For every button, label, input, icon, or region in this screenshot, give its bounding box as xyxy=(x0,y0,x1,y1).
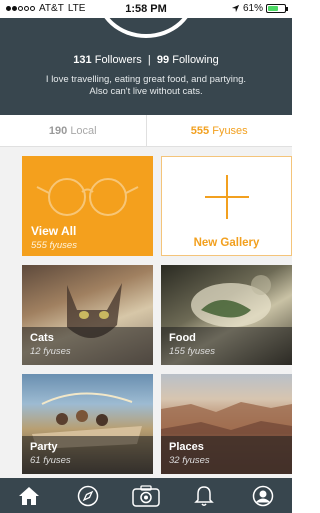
view-all-tile[interactable]: View All 555 fyuses xyxy=(22,156,153,256)
gallery-grid: View All 555 fyuses New Gallery Cats 12 … xyxy=(0,147,292,478)
battery-percent: 61% xyxy=(242,3,263,14)
new-gallery-title: New Gallery xyxy=(193,237,260,249)
tile-count: 155 fyuses xyxy=(169,346,215,357)
tab-local-label: Local xyxy=(70,124,97,137)
explore-button[interactable] xyxy=(68,478,108,513)
content-tabs: 190 Local 555 Fyuses xyxy=(0,115,292,147)
bottom-tab-bar xyxy=(0,478,292,513)
tile-count: 12 fyuses xyxy=(30,346,71,357)
compass-icon xyxy=(77,485,98,506)
following-label[interactable]: Following xyxy=(172,54,218,66)
following-count[interactable]: 99 xyxy=(157,54,169,66)
tab-local[interactable]: 190 Local xyxy=(0,115,147,146)
tile-count: 32 fyuses xyxy=(169,455,210,466)
camera-button[interactable] xyxy=(126,478,166,513)
bio-line: I love travelling, eating great food, an… xyxy=(45,74,247,85)
tile-title: Places xyxy=(169,441,204,453)
profile-icon xyxy=(252,485,273,506)
profile-button[interactable] xyxy=(243,478,283,513)
status-bar: AT&T LTE 1:58 PM 61% xyxy=(0,0,292,18)
notifications-button[interactable] xyxy=(184,478,224,513)
profile-header: 131 Followers | 99 Following I love trav… xyxy=(0,18,292,115)
follow-stats: 131 Followers | 99 Following xyxy=(0,54,292,66)
tile-title: Party xyxy=(30,441,58,453)
bio-line: Also can't live without cats. xyxy=(89,86,203,97)
view-all-count: 555 fyuses xyxy=(31,240,77,251)
tile-label: Party 61 fyuses xyxy=(22,436,153,474)
status-right: 61% xyxy=(231,3,288,14)
tile-count: 61 fyuses xyxy=(30,455,71,466)
gallery-tile-party[interactable]: Party 61 fyuses xyxy=(22,374,153,474)
home-icon xyxy=(19,486,40,505)
tile-label: Food 155 fyuses xyxy=(161,327,292,365)
bell-icon xyxy=(194,485,215,506)
avatar[interactable] xyxy=(96,18,196,38)
tile-label: Places 32 fyuses xyxy=(161,436,292,474)
stats-separator: | xyxy=(147,54,151,66)
profile-bio: I love travelling, eating great food, an… xyxy=(0,74,292,98)
new-gallery-tile[interactable]: New Gallery xyxy=(161,156,292,256)
tile-title: Cats xyxy=(30,332,54,344)
tab-fyuses-label: Fyuses xyxy=(212,124,248,137)
tile-title: Food xyxy=(169,332,196,344)
gallery-tile-cats[interactable]: Cats 12 fyuses xyxy=(22,265,153,365)
battery-fill xyxy=(268,6,278,11)
tab-fyuses[interactable]: 555 Fyuses xyxy=(147,115,293,146)
location-arrow-icon xyxy=(231,4,240,13)
plus-icon xyxy=(205,175,249,219)
followers-label[interactable]: Followers xyxy=(95,54,142,66)
followers-count[interactable]: 131 xyxy=(73,54,91,66)
tab-local-count: 190 xyxy=(48,124,68,137)
camera-icon xyxy=(132,484,160,507)
battery-icon xyxy=(266,4,288,13)
gallery-tile-places[interactable]: Places 32 fyuses xyxy=(161,374,292,474)
tile-label: Cats 12 fyuses xyxy=(22,327,153,365)
gallery-tile-food[interactable]: Food 155 fyuses xyxy=(161,265,292,365)
glasses-icon xyxy=(36,178,139,216)
home-button[interactable] xyxy=(9,478,49,513)
view-all-title: View All xyxy=(31,224,77,238)
tab-fyuses-count: 555 xyxy=(190,124,210,137)
